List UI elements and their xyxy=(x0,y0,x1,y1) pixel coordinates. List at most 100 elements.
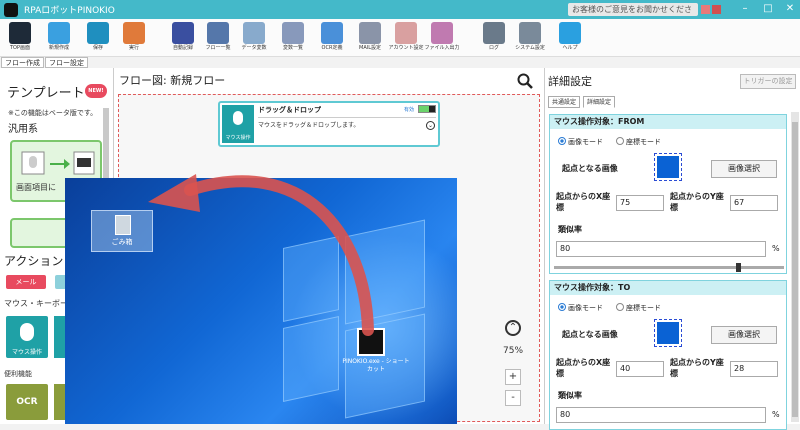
feedback-link[interactable]: お客様のご意見をお聞かせください xyxy=(568,3,698,27)
to-similarity-label: 類似率 xyxy=(558,391,582,400)
mail-settings-button[interactable]: MAIL設定 xyxy=(352,21,388,55)
from-select-image-button[interactable]: 画像選択 xyxy=(711,160,777,178)
tab-flow-create[interactable]: フロー作成 xyxy=(1,57,44,68)
app-title: RPAロボットPINOKIO xyxy=(24,6,115,16)
left-scrollbar[interactable] xyxy=(103,108,109,188)
zoom-in-button[interactable]: + xyxy=(505,369,521,385)
ocr-tile[interactable]: OCR xyxy=(6,384,48,420)
to-origin-image-label: 起点となる画像 xyxy=(562,330,618,339)
from-image-mode-radio[interactable]: 画像モード xyxy=(558,137,603,147)
mail-settings-icon xyxy=(359,22,381,44)
to-image-thumbnail[interactable] xyxy=(654,319,682,347)
from-section: マウス操作対象：FROM 画像モード 座標モード 起点となる画像 画像選択 起点… xyxy=(549,114,787,274)
tab-detail-settings[interactable]: 詳細設定 xyxy=(583,96,616,108)
flow-list-label: フロー一覧 xyxy=(205,45,231,51)
save-label: 保存 xyxy=(92,45,103,51)
from-y-label: 起点からのY座標 xyxy=(670,192,724,212)
log-button[interactable]: ログ xyxy=(476,21,512,55)
right-scrollbar[interactable] xyxy=(791,112,799,422)
node-enable-toggle[interactable] xyxy=(418,105,436,113)
to-image-mode-radio[interactable]: 画像モード xyxy=(558,303,603,313)
file-io-label: ファイル入出力 xyxy=(424,45,460,51)
flow-title: フロー図: 新規フロー xyxy=(119,74,226,87)
variable-list-label: 変数一覧 xyxy=(282,45,303,51)
data-variable-button[interactable]: データ変数 xyxy=(236,21,272,55)
minimize-button[interactable]: – xyxy=(735,2,755,16)
system-settings-icon xyxy=(519,22,541,44)
flow-node-drag-drop[interactable]: マウス操作 ドラッグ＆ドロップ 有効 マウスをドラッグ＆ドロップします。 ⌄ xyxy=(218,101,440,147)
from-similarity-label: 類似率 xyxy=(558,225,582,234)
tab-common-settings[interactable]: 共通設定 xyxy=(548,96,581,108)
new-label: 新規作成 xyxy=(48,45,69,51)
from-similarity-slider[interactable] xyxy=(554,263,784,272)
chevron-down-icon[interactable]: ⌄ xyxy=(426,121,435,130)
beta-note: ※この機能はベータ版です。 xyxy=(8,109,98,117)
scroll-up-button[interactable]: ⌃ xyxy=(505,320,521,336)
to-section: マウス操作対象：TO 画像モード 座標モード 起点となる画像 画像選択 起点から… xyxy=(549,280,787,430)
to-y-input[interactable]: 28 xyxy=(730,361,778,377)
tab-flow-settings[interactable]: フロー設定 xyxy=(45,57,88,68)
to-section-header: マウス操作対象：TO xyxy=(550,281,786,295)
from-similarity-input[interactable]: 80 xyxy=(556,241,766,257)
pinokio-shortcut-label: PINOKIO.exe - ショートカット xyxy=(342,358,410,373)
from-y-input[interactable]: 67 xyxy=(730,195,778,211)
account-settings-button[interactable]: アカウント設定 xyxy=(388,21,424,55)
node-valid-label: 有効 xyxy=(404,107,415,113)
from-x-input[interactable]: 75 xyxy=(616,195,664,211)
trigger-settings-button[interactable]: トリガーの設定 xyxy=(740,74,796,89)
main-toolbar: TOP画面 新規作成 保存 実行 自動記録 フロー一覧 データ変数 変数一覧 OCR定義 MAIL… xyxy=(0,19,800,57)
mouse-icon xyxy=(20,323,34,341)
variable-list-icon xyxy=(282,22,304,44)
help-label: ヘルプ xyxy=(562,45,578,51)
system-settings-label: システム設定 xyxy=(515,45,545,51)
mouse-action-icon: マウス操作 xyxy=(222,105,254,143)
mouse-action-tile[interactable]: マウス操作 xyxy=(6,316,48,358)
zoom-out-button[interactable]: - xyxy=(505,390,521,406)
auto-record-label: 自動記録 xyxy=(172,45,193,51)
variable-list-button[interactable]: 変数一覧 xyxy=(275,21,311,55)
drag-arrow xyxy=(148,174,374,336)
run-icon xyxy=(123,22,145,44)
from-origin-image-label: 起点となる画像 xyxy=(562,164,618,173)
maximize-button[interactable]: □ xyxy=(758,2,778,16)
ocr-definition-button[interactable]: OCR定義 xyxy=(314,21,350,55)
node-icon-label: マウス操作 xyxy=(225,135,251,141)
from-image-thumbnail[interactable] xyxy=(654,153,682,181)
flow-list-button[interactable]: フロー一覧 xyxy=(200,21,236,55)
log-label: ログ xyxy=(488,45,499,51)
log-icon xyxy=(483,22,505,44)
mail-settings-label: MAIL設定 xyxy=(359,45,381,51)
ocr-definition-icon xyxy=(321,22,343,44)
new-button[interactable]: 新規作成 xyxy=(41,21,77,55)
mail-category[interactable]: メール xyxy=(6,275,46,289)
help-button[interactable]: ヘルプ xyxy=(552,21,588,55)
ocr-label: OCR xyxy=(16,397,38,407)
to-coord-mode-radio[interactable]: 座標モード xyxy=(616,303,661,313)
thumbs-icon[interactable] xyxy=(700,2,722,16)
run-label: 実行 xyxy=(128,45,139,51)
new-icon xyxy=(48,22,70,44)
file-io-button[interactable]: ファイル入出力 xyxy=(424,21,460,55)
system-settings-button[interactable]: システム設定 xyxy=(512,21,548,55)
to-select-image-button[interactable]: 画像選択 xyxy=(711,326,777,344)
data-variable-label: データ変数 xyxy=(241,45,267,51)
from-section-header: マウス操作対象：FROM xyxy=(550,115,786,129)
from-coord-mode-radio[interactable]: 座標モード xyxy=(616,137,661,147)
run-button[interactable]: 実行 xyxy=(116,21,152,55)
file-io-icon xyxy=(431,22,453,44)
top-screen-button[interactable]: TOP画面 xyxy=(2,21,38,55)
ocr-definition-label: OCR定義 xyxy=(321,45,343,51)
title-bar: RPAロボットPINOKIO お客様のご意見をお聞かせください – □ ✕ xyxy=(0,0,800,27)
left-tabs: フロー作成 フロー設定 xyxy=(0,57,115,68)
auto-record-button[interactable]: 自動記録 xyxy=(165,21,201,55)
app-logo-icon xyxy=(4,2,18,17)
save-button[interactable]: 保存 xyxy=(80,21,116,55)
to-x-input[interactable]: 40 xyxy=(616,361,664,377)
save-icon xyxy=(87,22,109,44)
to-y-label: 起点からのY座標 xyxy=(670,358,724,378)
close-window-button[interactable]: ✕ xyxy=(780,2,800,16)
template-card-label: 画面項目に xyxy=(16,183,56,192)
search-icon[interactable] xyxy=(517,73,533,89)
to-similarity-input[interactable]: 80 xyxy=(556,407,766,423)
node-title: ドラッグ＆ドロップ xyxy=(258,106,321,114)
